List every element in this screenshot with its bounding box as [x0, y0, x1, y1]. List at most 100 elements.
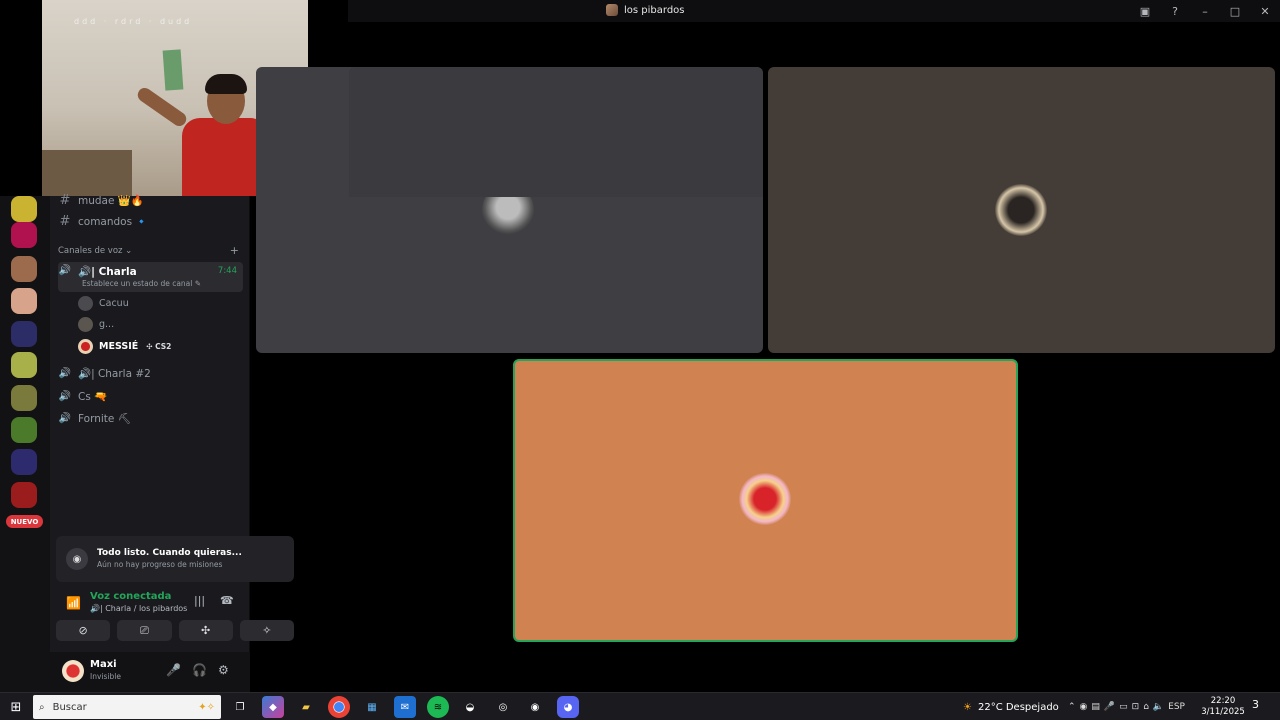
avatar — [78, 338, 93, 354]
steam-icon[interactable]: ◒ — [459, 696, 481, 718]
quest-banner[interactable]: ◉ Todo listo. Cuando quieras... Aún no h… — [56, 536, 294, 582]
server-icon[interactable] — [11, 288, 37, 314]
close-icon[interactable]: ✕ — [1250, 0, 1280, 22]
participant-tile-speaking[interactable] — [513, 359, 1018, 642]
voice-channel-cs[interactable]: 🔊 Cs 🔫 — [58, 386, 243, 406]
headphones-icon[interactable]: 🎧 — [192, 663, 207, 677]
search-placeholder: Buscar — [52, 701, 87, 713]
voice-user[interactable]: Cacuu — [78, 294, 129, 312]
participant-tile[interactable] — [768, 67, 1275, 353]
channel-name: mudae 👑🔥 — [78, 194, 144, 207]
channel-list: # mudae 👑🔥 # comandos 🔹 Canales de voz ⌄… — [50, 193, 294, 692]
discord-icon[interactable]: ◕ — [557, 696, 579, 718]
volume-icon[interactable]: 🔈 — [1153, 702, 1164, 712]
tray-icon[interactable]: ▤ — [1091, 702, 1100, 712]
server-icon[interactable] — [11, 482, 37, 508]
server-icon — [606, 4, 618, 16]
microphone-icon[interactable]: 🎤 — [1104, 702, 1115, 712]
channel-name: Cs 🔫 — [78, 390, 108, 403]
screen-share-button[interactable]: ⎚ — [117, 620, 172, 641]
channel-name: 🔊| Charla — [78, 266, 137, 278]
weather-widget[interactable]: ☀ 22°C Despejado — [963, 693, 1059, 720]
notification-count: 3 — [1252, 698, 1259, 711]
server-icon[interactable] — [11, 196, 37, 222]
weather-icon: ☀ — [963, 701, 972, 713]
channel-mudae[interactable]: # mudae 👑🔥 — [58, 190, 243, 210]
participant-avatar — [995, 184, 1047, 236]
participant-avatar — [739, 473, 791, 525]
avatar — [78, 316, 93, 332]
channel-status[interactable]: Establece un estado de canal ✎ — [82, 279, 201, 288]
participant-tile-top — [349, 67, 763, 197]
server-icon[interactable] — [11, 352, 37, 378]
app-icon[interactable]: ◉ — [524, 696, 546, 718]
copilot-sparkle-icon: ✦✧ — [198, 701, 215, 713]
battery-icon[interactable]: ▭ — [1119, 702, 1128, 712]
camera-off-button[interactable]: ⊘ — [56, 620, 111, 641]
user-name: g... — [99, 318, 115, 330]
soundboard-button[interactable]: ✧ — [239, 620, 294, 641]
help-icon[interactable]: ? — [1160, 0, 1190, 22]
disconnect-icon[interactable]: ☎ — [220, 594, 234, 607]
server-folder-icon[interactable] — [11, 321, 37, 347]
signal-icon[interactable]: 📶 — [66, 596, 81, 610]
server-icon[interactable] — [11, 385, 37, 411]
voice-channel-fornite[interactable]: 🔊 Fornite ⛏ — [58, 408, 243, 428]
voice-user[interactable]: MESSIÉ ✣ CS2 — [78, 337, 171, 355]
start-button[interactable]: ⊞ — [0, 693, 32, 720]
network-icon[interactable]: ⌂ — [1143, 702, 1149, 712]
avatar[interactable] — [62, 660, 84, 682]
notification-icon[interactable]: 3 — [1252, 698, 1270, 716]
quest-icon: ◉ — [66, 548, 88, 570]
window-title: los pibardos — [606, 4, 685, 16]
hash-icon: # — [59, 192, 71, 208]
channel-name: Fornite ⛏ — [78, 412, 132, 425]
server-icon[interactable] — [11, 417, 37, 443]
user-panel-status: Invisible — [90, 672, 121, 681]
server-icon[interactable] — [11, 222, 37, 248]
task-view-icon[interactable]: ❐ — [229, 696, 251, 718]
taskbar: ⊞ ⌕ Buscar ✦✧ ❐ ◆ ▰ ▦ ✉ ≋ ◒ ◎ ◉ ◕ ☀ 22°C… — [0, 692, 1280, 720]
maximize-icon[interactable]: □ — [1220, 0, 1250, 22]
file-explorer-icon[interactable]: ▰ — [295, 696, 317, 718]
title-bar: los pibardos ▣ ? – □ ✕ — [348, 0, 1280, 22]
tray-icon[interactable]: ⊡ — [1132, 702, 1140, 712]
store-icon[interactable]: ▦ — [361, 696, 383, 718]
activities-button[interactable]: ✣ — [178, 620, 233, 641]
voice-category[interactable]: Canales de voz ⌄ — [58, 246, 132, 256]
copilot-icon[interactable]: ◆ — [262, 696, 284, 718]
user-name: Cacuu — [99, 297, 129, 309]
chevron-up-icon[interactable]: ⌃ — [1068, 702, 1076, 712]
noise-suppression-icon[interactable]: ||| — [194, 594, 205, 607]
taskbar-search[interactable]: ⌕ Buscar ✦✧ — [33, 695, 221, 719]
mail-icon[interactable]: ✉ — [394, 696, 416, 718]
server-rail: NUEVO — [0, 196, 50, 692]
language-indicator[interactable]: ESP — [1168, 702, 1185, 712]
channel-name: 🔊| Charla #2 — [78, 367, 151, 380]
inbox-icon[interactable]: ▣ — [1130, 0, 1160, 22]
microphone-icon[interactable]: 🎤 — [166, 663, 181, 677]
server-icon[interactable] — [11, 449, 37, 475]
hash-icon: # — [59, 213, 71, 229]
voice-status-subtitle[interactable]: 🔊| Charla / los pibardos — [90, 604, 187, 613]
search-icon: ⌕ — [39, 701, 45, 713]
webcam-watermark: ddd · rdrd · dudd — [74, 17, 193, 26]
channel-comandos[interactable]: # comandos 🔹 — [58, 211, 243, 231]
spotify-icon[interactable]: ≋ — [427, 696, 449, 718]
speaker-icon: 🔊 — [58, 412, 72, 424]
add-channel-button[interactable]: + — [230, 244, 239, 257]
minimize-icon[interactable]: – — [1190, 0, 1220, 22]
speaker-icon: 🔊 — [58, 390, 72, 402]
voice-user[interactable]: g... — [78, 315, 114, 333]
user-panel: Maxi Invisible 🎤 🎧 ⚙ — [50, 652, 250, 692]
chrome-icon[interactable] — [328, 696, 350, 718]
clock[interactable]: 22:20 3/11/2025 — [1200, 696, 1246, 718]
settings-gear-icon[interactable]: ⚙ — [218, 663, 229, 677]
voice-channel-charla-2[interactable]: 🔊 🔊| Charla #2 — [58, 363, 243, 383]
clock-date: 3/11/2025 — [1201, 707, 1245, 717]
tray-icon[interactable]: ◉ — [1080, 702, 1088, 712]
voice-channel-charla[interactable]: 🔊 🔊| Charla 7:44 Establece un estado de … — [58, 262, 243, 292]
game-activity: ✣ CS2 — [146, 341, 172, 351]
server-icon[interactable] — [11, 256, 37, 282]
app-icon[interactable]: ◎ — [492, 696, 514, 718]
